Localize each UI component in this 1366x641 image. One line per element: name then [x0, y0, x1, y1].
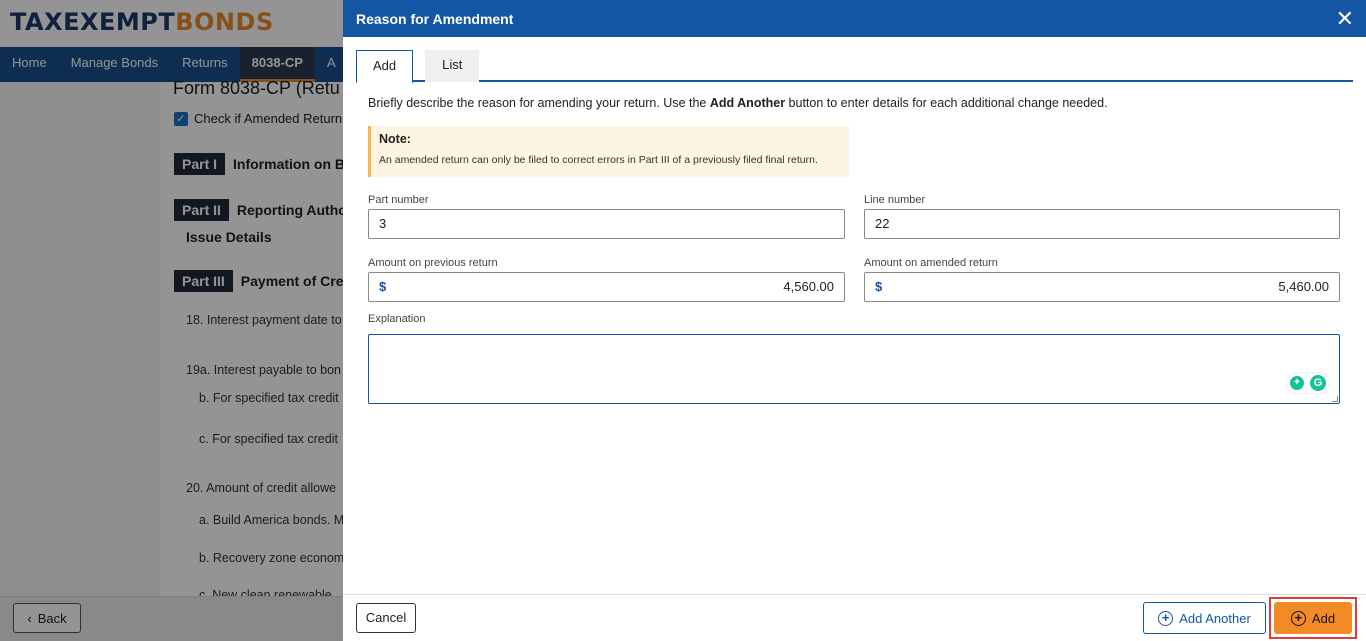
part-number-input[interactable]: 3 [368, 209, 845, 239]
note-title: Note: [379, 132, 411, 146]
line-number-label: Line number [864, 194, 926, 206]
add-label: Add [1311, 610, 1336, 626]
instructions-text: Briefly describe the reason for amending… [368, 96, 1108, 110]
note-text: An amended return can only be filed to c… [379, 154, 818, 166]
explanation-textarea[interactable] [368, 334, 1340, 404]
add-another-label: Add Another [1179, 610, 1251, 626]
amount-previous-value: 4,560.00 [783, 279, 834, 294]
tab-list[interactable]: List [425, 50, 480, 82]
amount-amended-label: Amount on amended return [864, 257, 998, 269]
amount-amended-input[interactable]: $ 5,460.00 [864, 272, 1340, 302]
reason-for-amendment-modal: Reason for Amendment ✕ Add List Briefly … [343, 0, 1366, 641]
add-another-button[interactable]: + Add Another [1143, 602, 1266, 634]
line-number-input[interactable]: 22 [864, 209, 1340, 239]
currency-symbol: $ [379, 279, 387, 294]
modal-footer: Cancel + Add Another + Add [343, 594, 1366, 641]
amount-previous-input[interactable]: $ 4,560.00 [368, 272, 845, 302]
tab-add[interactable]: Add [356, 50, 414, 84]
cancel-button[interactable]: Cancel [356, 603, 416, 633]
explanation-label: Explanation [368, 313, 426, 325]
currency-symbol: $ [875, 279, 883, 294]
add-circle-icon: + [1158, 610, 1174, 626]
part-number-label: Part number [368, 194, 429, 206]
modal-header: Reason for Amendment ✕ [343, 0, 1366, 37]
note-box: Note: An amended return can only be file… [368, 126, 849, 177]
modal-tabs: Add List [356, 50, 1353, 84]
add-button[interactable]: + Add [1274, 602, 1352, 634]
amount-amended-value: 5,460.00 [1278, 279, 1329, 294]
close-icon[interactable]: ✕ [1336, 7, 1354, 30]
add-circle-icon: + [1290, 610, 1306, 626]
modal-title: Reason for Amendment [356, 10, 514, 27]
amount-previous-label: Amount on previous return [368, 257, 498, 269]
add-button-highlight: + Add [1269, 597, 1357, 639]
